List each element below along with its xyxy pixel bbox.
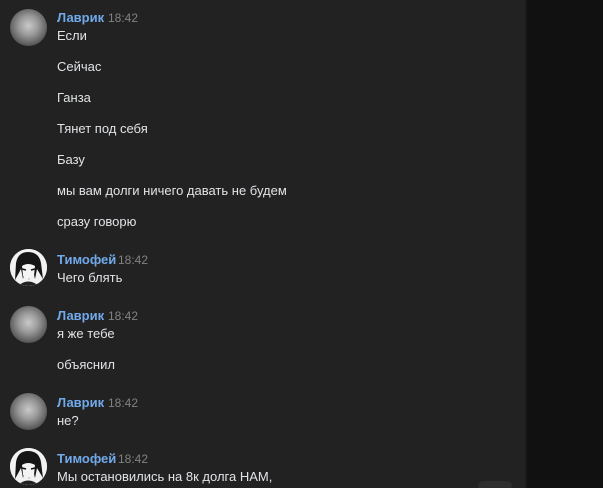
message-time: 18:42	[108, 396, 139, 410]
anime-portrait-icon	[10, 249, 47, 286]
avatar[interactable]	[10, 249, 47, 286]
message-text: мы вам долги ничего давать не будем	[57, 183, 287, 198]
message-time: 18:42	[108, 309, 139, 323]
message-time: 18:42	[118, 253, 149, 267]
message-text: Мы остановились на 8к долга НАМ,	[57, 469, 273, 484]
message-text: объяснил	[57, 357, 115, 372]
message-text: Чего блять	[57, 270, 123, 285]
message-text: сразу говорю	[57, 214, 137, 229]
scroll-down-indicator[interactable]	[478, 481, 512, 488]
avatar[interactable]	[10, 448, 47, 485]
author-name[interactable]: Тимофей	[57, 451, 116, 467]
author-name[interactable]: Тимофей	[57, 252, 116, 268]
avatar[interactable]	[10, 306, 47, 343]
message-text: Ганза	[57, 90, 91, 105]
message-time: 18:42	[108, 11, 139, 25]
avatar[interactable]	[10, 393, 47, 430]
anime-portrait-icon	[10, 448, 47, 485]
message-text: Сейчас	[57, 59, 102, 74]
author-name[interactable]: Лаврик	[57, 10, 104, 26]
message-text: не?	[57, 413, 79, 428]
message-text: Если	[57, 28, 87, 43]
message-time: 18:42	[118, 452, 149, 466]
author-name[interactable]: Лаврик	[57, 308, 104, 324]
right-panel	[527, 0, 603, 488]
chat-history: Лаврик 18:42 Если Сейчас Ганза Тянет под…	[0, 0, 525, 488]
message-text: Тянет под себя	[57, 121, 148, 136]
message-text: я же тебе	[57, 326, 115, 341]
avatar[interactable]	[10, 9, 47, 46]
message-text: Базу	[57, 152, 85, 167]
author-name[interactable]: Лаврик	[57, 395, 104, 411]
